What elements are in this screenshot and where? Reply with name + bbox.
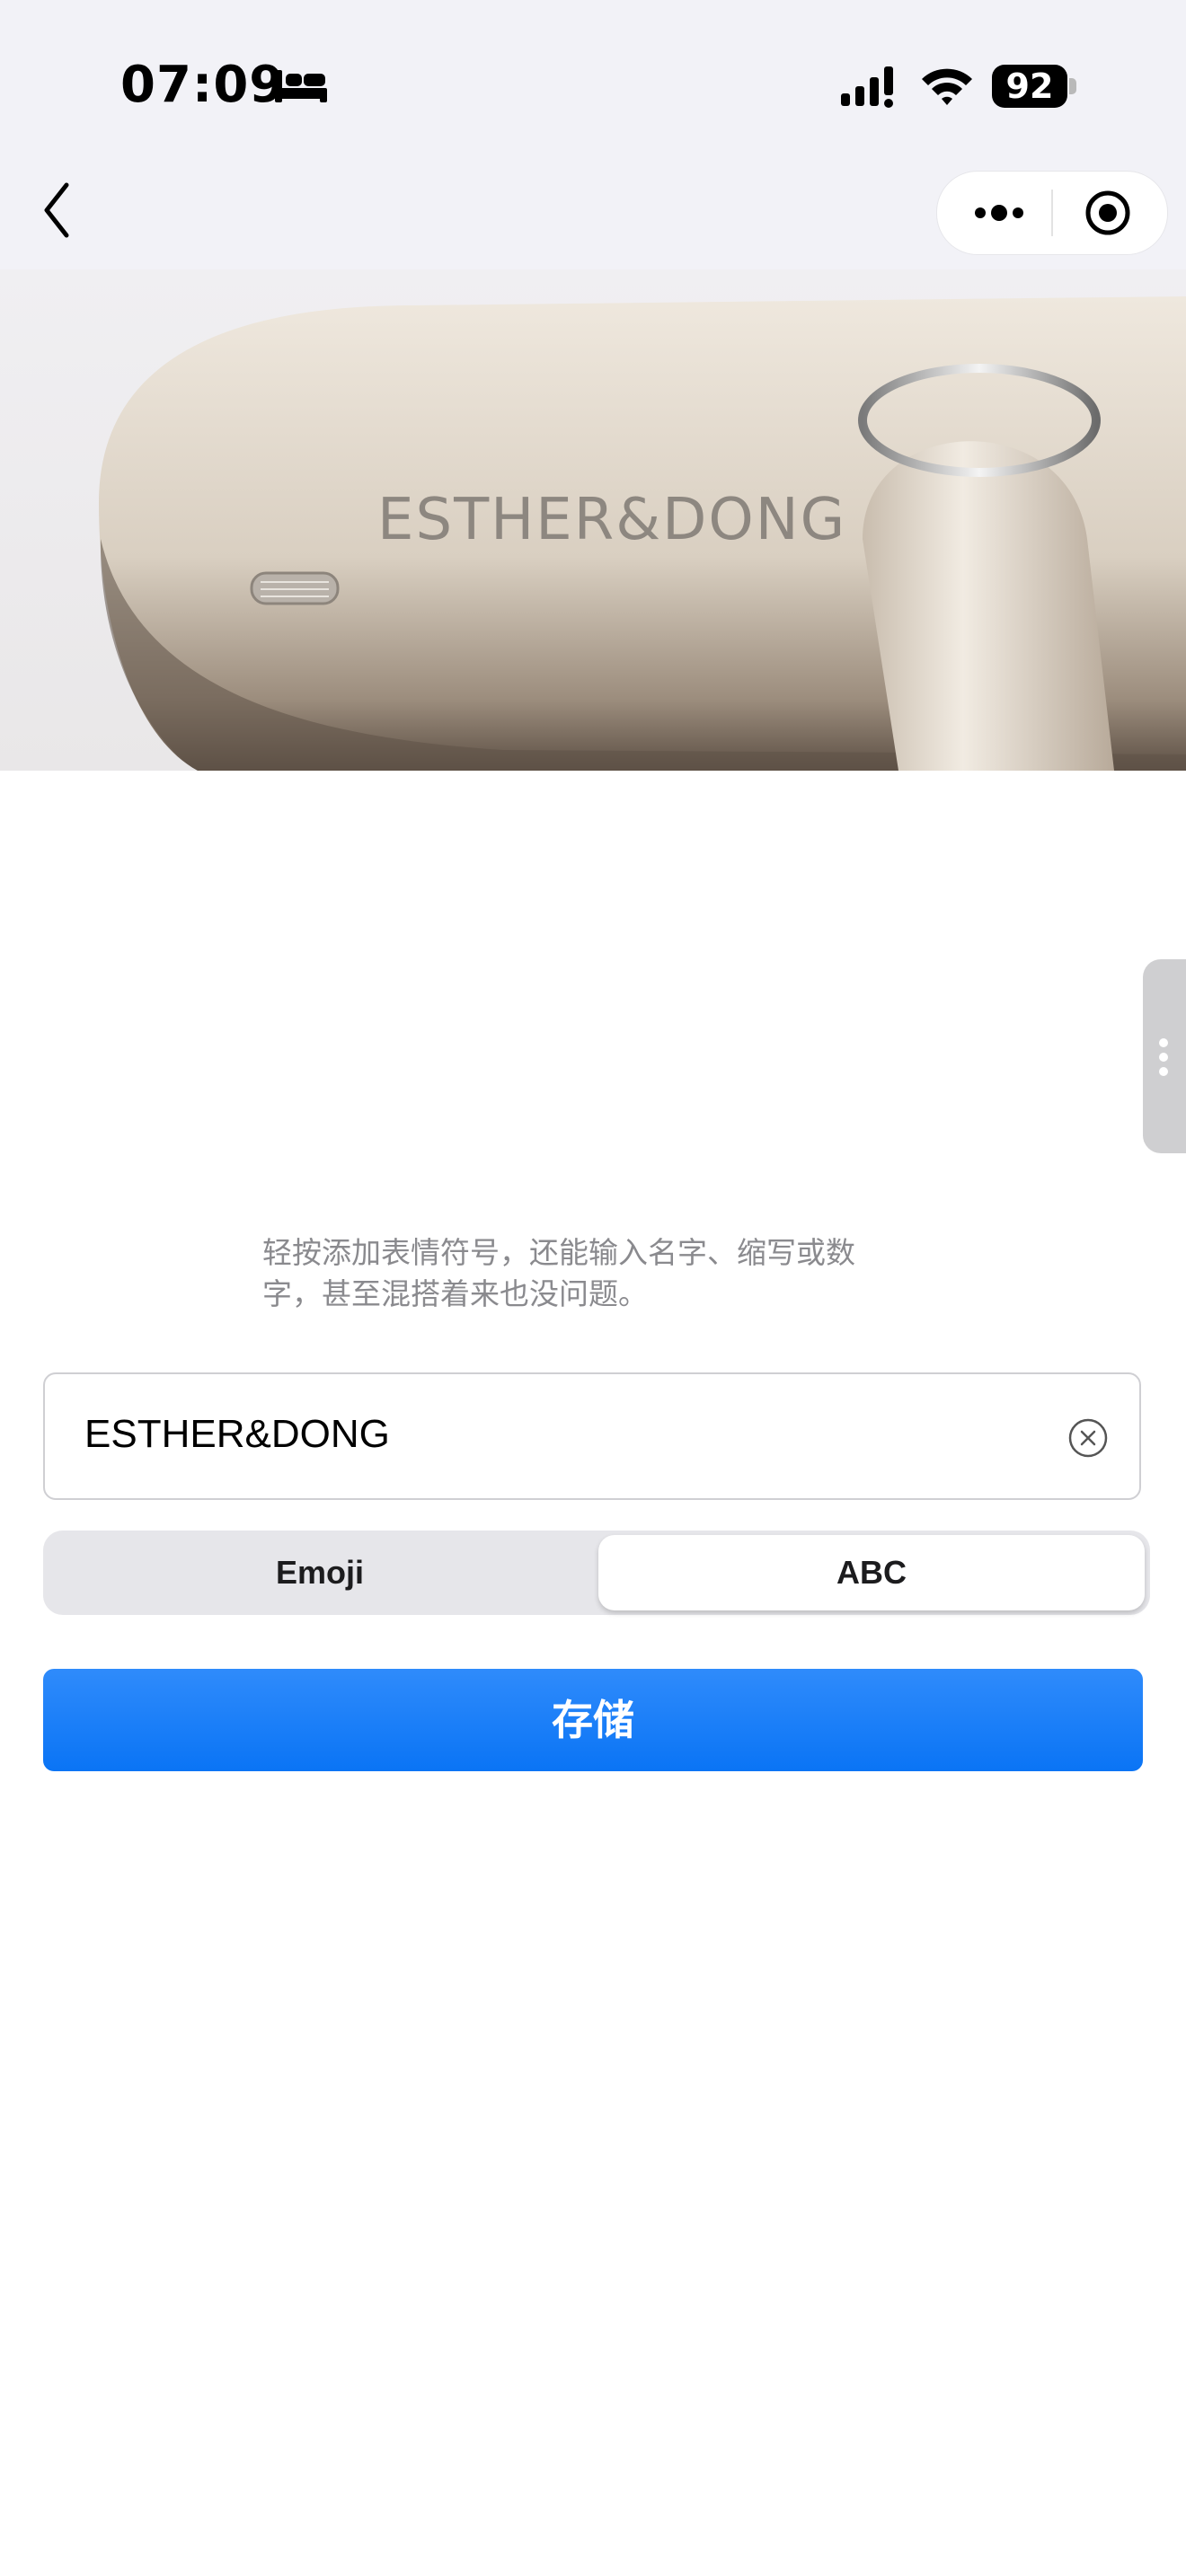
- more-dots-icon[interactable]: [971, 198, 1027, 227]
- hint-text: 轻按添加表情符号，还能输入名字、缩写或数字，甚至混搭着来也没问题。: [262, 1235, 855, 1311]
- status-time: 07:09: [120, 56, 286, 114]
- mini-program-capsule: [936, 171, 1168, 255]
- top-bar: 07:09 92: [0, 0, 1186, 269]
- battery-cap: [1069, 78, 1076, 94]
- bed-icon: [275, 70, 327, 102]
- clear-icon[interactable]: [1067, 1417, 1109, 1459]
- battery-icon: 92: [992, 65, 1078, 108]
- capsule-divider: [1051, 190, 1053, 236]
- handle-dot: [1159, 1038, 1168, 1047]
- segment-abc[interactable]: ABC: [598, 1535, 1145, 1610]
- engraving-input[interactable]: ESTHER&DONG: [43, 1372, 1141, 1500]
- segment-emoji[interactable]: Emoji: [43, 1531, 597, 1615]
- product-hero-image: ESTHER&DONG: [0, 269, 1186, 771]
- back-chevron-icon[interactable]: [40, 180, 75, 241]
- input-mode-segmented-control: Emoji ABC: [43, 1531, 1150, 1615]
- wifi-icon: [922, 68, 972, 105]
- side-drag-handle[interactable]: [1143, 959, 1186, 1153]
- handle-dot: [1159, 1067, 1168, 1076]
- handle-dot: [1159, 1053, 1168, 1062]
- battery-level: 92: [992, 65, 1067, 108]
- engraving-input-value[interactable]: ESTHER&DONG: [84, 1412, 390, 1457]
- record-target-icon[interactable]: [1084, 190, 1131, 236]
- cellular-signal-icon: [841, 66, 893, 108]
- save-button[interactable]: 存储: [43, 1669, 1143, 1771]
- case-engraving: ESTHER&DONG: [377, 487, 846, 553]
